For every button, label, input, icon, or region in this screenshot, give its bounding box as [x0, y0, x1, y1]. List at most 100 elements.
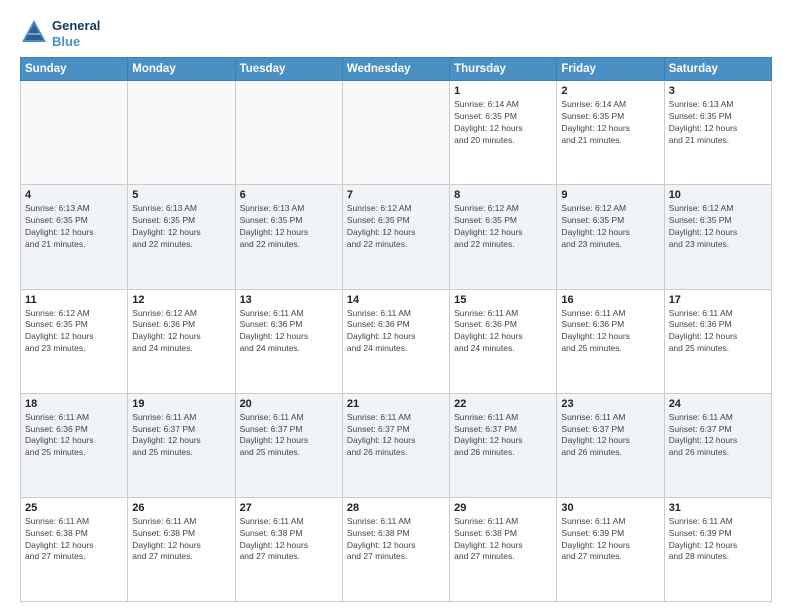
- day-number: 9: [561, 189, 659, 201]
- calendar-cell: [21, 81, 128, 185]
- day-header-thursday: Thursday: [450, 58, 557, 81]
- calendar-cell: 11 Sunrise: 6:12 AM Sunset: 6:35 PM Dayli…: [21, 289, 128, 393]
- day-number: 19: [132, 398, 230, 410]
- page: General Blue SundayMondayTuesdayWednesda…: [0, 0, 792, 612]
- day-number: 3: [669, 85, 767, 97]
- calendar-cell: 10 Sunrise: 6:12 AM Sunset: 6:35 PM Dayli…: [664, 185, 771, 289]
- day-number: 25: [25, 502, 123, 514]
- day-info: Sunrise: 6:11 AM Sunset: 6:36 PM Dayligh…: [561, 308, 659, 356]
- calendar-cell: 4Sunrise: 6:13 AM Sunset: 6:35 PM Daylig…: [21, 185, 128, 289]
- calendar-cell: 5Sunrise: 6:13 AM Sunset: 6:35 PM Daylig…: [128, 185, 235, 289]
- calendar-cell: 30 Sunrise: 6:11 AM Sunset: 6:39 PM Dayli…: [557, 497, 664, 601]
- calendar-cell: [128, 81, 235, 185]
- day-info: Sunrise: 6:12 AM Sunset: 6:36 PM Dayligh…: [132, 308, 230, 356]
- calendar-cell: [342, 81, 449, 185]
- calendar-cell: 6 Sunrise: 6:13 AM Sunset: 6:35 PM Daylig…: [235, 185, 342, 289]
- calendar-cell: 20 Sunrise: 6:11 AM Sunset: 6:37 PM Dayli…: [235, 393, 342, 497]
- day-number: 26: [132, 502, 230, 514]
- day-info: Sunrise: 6:11 AM Sunset: 6:38 PM Dayligh…: [25, 516, 123, 564]
- day-header-wednesday: Wednesday: [342, 58, 449, 81]
- calendar-cell: 19Sunrise: 6:11 AM Sunset: 6:37 PM Dayli…: [128, 393, 235, 497]
- logo: General Blue: [20, 18, 100, 49]
- day-number: 14: [347, 294, 445, 306]
- calendar-cell: 27 Sunrise: 6:11 AM Sunset: 6:38 PM Dayli…: [235, 497, 342, 601]
- day-header-tuesday: Tuesday: [235, 58, 342, 81]
- day-info: Sunrise: 6:11 AM Sunset: 6:37 PM Dayligh…: [347, 412, 445, 460]
- day-info: Sunrise: 6:11 AM Sunset: 6:38 PM Dayligh…: [132, 516, 230, 564]
- calendar-cell: 18 Sunrise: 6:11 AM Sunset: 6:36 PM Dayli…: [21, 393, 128, 497]
- calendar-cell: 21 Sunrise: 6:11 AM Sunset: 6:37 PM Dayli…: [342, 393, 449, 497]
- calendar-week-row: 1Sunrise: 6:14 AM Sunset: 6:35 PM Daylig…: [21, 81, 772, 185]
- day-number: 15: [454, 294, 552, 306]
- calendar-cell: [235, 81, 342, 185]
- calendar-table: SundayMondayTuesdayWednesdayThursdayFrid…: [20, 57, 772, 602]
- day-header-saturday: Saturday: [664, 58, 771, 81]
- day-info: Sunrise: 6:11 AM Sunset: 6:38 PM Dayligh…: [454, 516, 552, 564]
- day-info: Sunrise: 6:11 AM Sunset: 6:38 PM Dayligh…: [240, 516, 338, 564]
- day-info: Sunrise: 6:14 AM Sunset: 6:35 PM Dayligh…: [454, 99, 552, 147]
- day-number: 31: [669, 502, 767, 514]
- calendar-cell: 29 Sunrise: 6:11 AM Sunset: 6:38 PM Dayli…: [450, 497, 557, 601]
- calendar-header-row: SundayMondayTuesdayWednesdayThursdayFrid…: [21, 58, 772, 81]
- day-number: 18: [25, 398, 123, 410]
- calendar-cell: 16 Sunrise: 6:11 AM Sunset: 6:36 PM Dayli…: [557, 289, 664, 393]
- day-info: Sunrise: 6:11 AM Sunset: 6:38 PM Dayligh…: [347, 516, 445, 564]
- calendar-cell: 13 Sunrise: 6:11 AM Sunset: 6:36 PM Dayli…: [235, 289, 342, 393]
- day-number: 20: [240, 398, 338, 410]
- day-info: Sunrise: 6:14 AM Sunset: 6:35 PM Dayligh…: [561, 99, 659, 147]
- logo-text: General Blue: [52, 18, 100, 49]
- day-info: Sunrise: 6:12 AM Sunset: 6:35 PM Dayligh…: [454, 203, 552, 251]
- calendar-week-row: 18 Sunrise: 6:11 AM Sunset: 6:36 PM Dayli…: [21, 393, 772, 497]
- calendar-cell: 31 Sunrise: 6:11 AM Sunset: 6:39 PM Dayli…: [664, 497, 771, 601]
- day-number: 17: [669, 294, 767, 306]
- day-info: Sunrise: 6:12 AM Sunset: 6:35 PM Dayligh…: [561, 203, 659, 251]
- day-number: 11: [25, 294, 123, 306]
- day-info: Sunrise: 6:13 AM Sunset: 6:35 PM Dayligh…: [669, 99, 767, 147]
- day-number: 10: [669, 189, 767, 201]
- day-number: 27: [240, 502, 338, 514]
- calendar-week-row: 25 Sunrise: 6:11 AM Sunset: 6:38 PM Dayli…: [21, 497, 772, 601]
- calendar-cell: 9 Sunrise: 6:12 AM Sunset: 6:35 PM Daylig…: [557, 185, 664, 289]
- header: General Blue: [20, 18, 772, 49]
- day-info: Sunrise: 6:12 AM Sunset: 6:35 PM Dayligh…: [25, 308, 123, 356]
- day-number: 16: [561, 294, 659, 306]
- day-info: Sunrise: 6:11 AM Sunset: 6:37 PM Dayligh…: [240, 412, 338, 460]
- day-number: 23: [561, 398, 659, 410]
- day-info: Sunrise: 6:11 AM Sunset: 6:36 PM Dayligh…: [347, 308, 445, 356]
- calendar-cell: 8 Sunrise: 6:12 AM Sunset: 6:35 PM Daylig…: [450, 185, 557, 289]
- calendar-cell: 26 Sunrise: 6:11 AM Sunset: 6:38 PM Dayli…: [128, 497, 235, 601]
- day-number: 28: [347, 502, 445, 514]
- calendar-cell: 24Sunrise: 6:11 AM Sunset: 6:37 PM Dayli…: [664, 393, 771, 497]
- day-number: 8: [454, 189, 552, 201]
- day-number: 21: [347, 398, 445, 410]
- day-number: 13: [240, 294, 338, 306]
- calendar-week-row: 4Sunrise: 6:13 AM Sunset: 6:35 PM Daylig…: [21, 185, 772, 289]
- day-info: Sunrise: 6:11 AM Sunset: 6:36 PM Dayligh…: [454, 308, 552, 356]
- day-info: Sunrise: 6:12 AM Sunset: 6:35 PM Dayligh…: [347, 203, 445, 251]
- day-info: Sunrise: 6:11 AM Sunset: 6:36 PM Dayligh…: [25, 412, 123, 460]
- calendar-cell: 7Sunrise: 6:12 AM Sunset: 6:35 PM Daylig…: [342, 185, 449, 289]
- day-header-friday: Friday: [557, 58, 664, 81]
- day-info: Sunrise: 6:11 AM Sunset: 6:36 PM Dayligh…: [240, 308, 338, 356]
- day-info: Sunrise: 6:11 AM Sunset: 6:39 PM Dayligh…: [561, 516, 659, 564]
- calendar-cell: 17 Sunrise: 6:11 AM Sunset: 6:36 PM Dayli…: [664, 289, 771, 393]
- day-info: Sunrise: 6:13 AM Sunset: 6:35 PM Dayligh…: [132, 203, 230, 251]
- calendar-cell: 12Sunrise: 6:12 AM Sunset: 6:36 PM Dayli…: [128, 289, 235, 393]
- calendar-cell: 3 Sunrise: 6:13 AM Sunset: 6:35 PM Daylig…: [664, 81, 771, 185]
- day-number: 2: [561, 85, 659, 97]
- day-info: Sunrise: 6:11 AM Sunset: 6:39 PM Dayligh…: [669, 516, 767, 564]
- day-info: Sunrise: 6:11 AM Sunset: 6:37 PM Dayligh…: [561, 412, 659, 460]
- calendar-cell: 22Sunrise: 6:11 AM Sunset: 6:37 PM Dayli…: [450, 393, 557, 497]
- day-info: Sunrise: 6:11 AM Sunset: 6:36 PM Dayligh…: [669, 308, 767, 356]
- calendar-cell: 2 Sunrise: 6:14 AM Sunset: 6:35 PM Daylig…: [557, 81, 664, 185]
- day-info: Sunrise: 6:13 AM Sunset: 6:35 PM Dayligh…: [240, 203, 338, 251]
- day-info: Sunrise: 6:12 AM Sunset: 6:35 PM Dayligh…: [669, 203, 767, 251]
- day-info: Sunrise: 6:11 AM Sunset: 6:37 PM Dayligh…: [669, 412, 767, 460]
- calendar-cell: 14 Sunrise: 6:11 AM Sunset: 6:36 PM Dayli…: [342, 289, 449, 393]
- day-number: 30: [561, 502, 659, 514]
- calendar-cell: 23 Sunrise: 6:11 AM Sunset: 6:37 PM Dayli…: [557, 393, 664, 497]
- day-number: 22: [454, 398, 552, 410]
- calendar-cell: 28 Sunrise: 6:11 AM Sunset: 6:38 PM Dayli…: [342, 497, 449, 601]
- day-number: 6: [240, 189, 338, 201]
- day-number: 29: [454, 502, 552, 514]
